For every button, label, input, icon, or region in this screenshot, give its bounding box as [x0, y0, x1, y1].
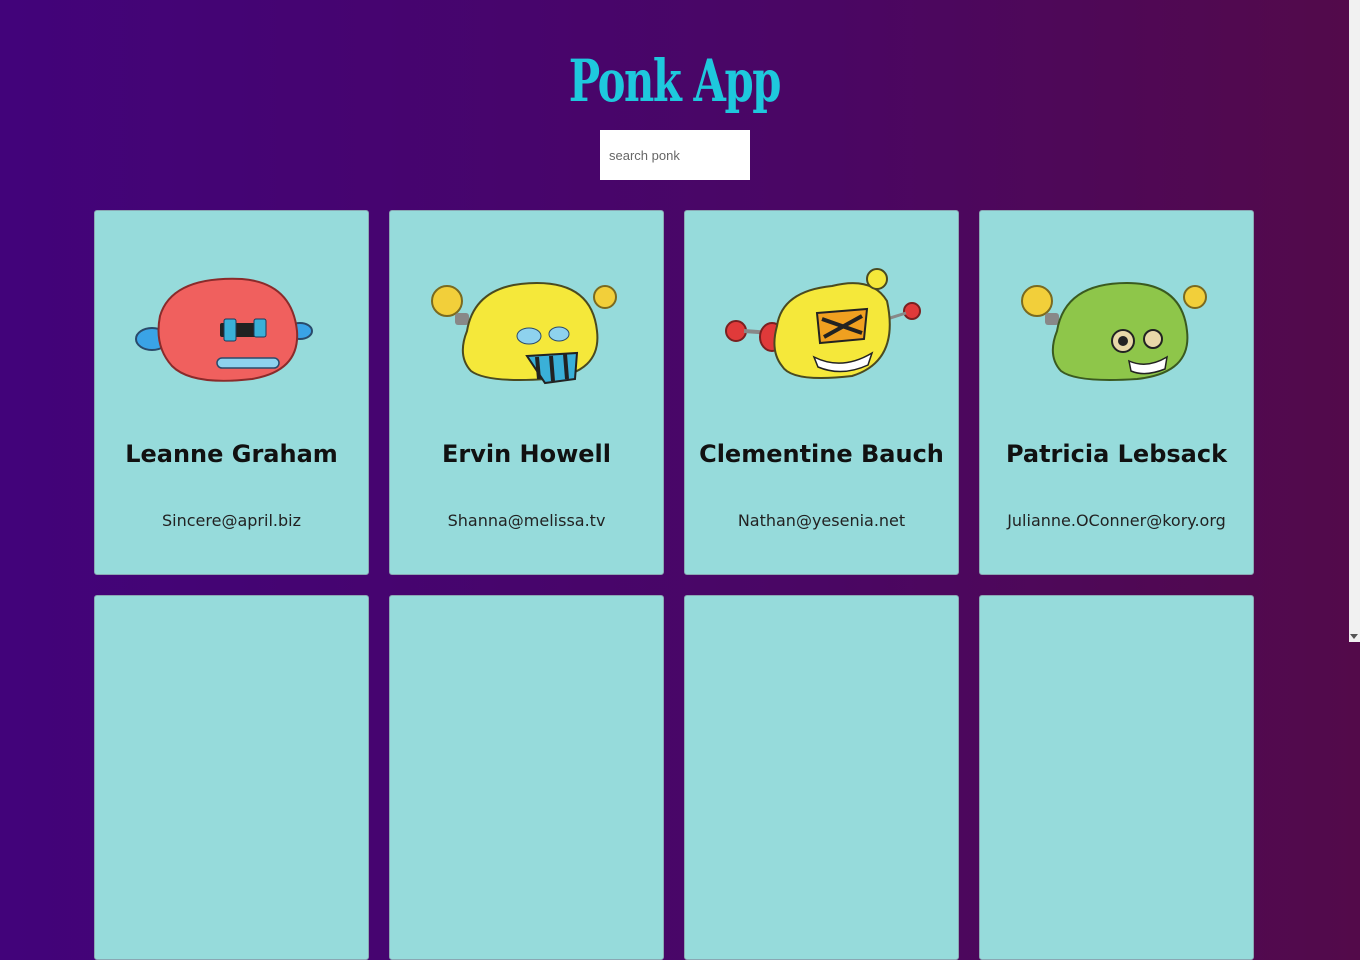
robot-card[interactable]: Patricia Lebsack Julianne.OConner@kory.o…: [979, 210, 1254, 575]
robot-card[interactable]: [979, 595, 1254, 960]
card-email: Sincere@april.biz: [162, 511, 301, 530]
robot-avatar-red: [135, 277, 313, 382]
robot-card[interactable]: [684, 595, 959, 960]
card-email: Julianne.OConner@kory.org: [1007, 511, 1226, 530]
robot-avatar-green: [1021, 281, 1207, 381]
card-email: Shanna@melissa.tv: [447, 511, 606, 530]
robot-avatar-yellow: [431, 281, 617, 385]
robot-card[interactable]: Ervin Howell Shanna@melissa.tv: [389, 210, 664, 575]
search-input[interactable]: [600, 130, 750, 180]
card-name: Ervin Howell: [441, 440, 612, 468]
robot-card[interactable]: [389, 595, 664, 960]
card-name: Leanne Graham: [125, 440, 338, 468]
card-email: Nathan@yesenia.net: [737, 511, 906, 530]
vertical-scrollbar[interactable]: [1349, 0, 1360, 642]
robot-card[interactable]: Leanne Graham Sincere@april.biz: [94, 210, 369, 575]
app-title: Ponk App: [568, 46, 782, 115]
card-name: Clementine Bauch: [699, 440, 944, 468]
robot-avatar-yellow-masked: [725, 268, 921, 379]
card-name: Patricia Lebsack: [1005, 440, 1228, 468]
scroll-down-arrow-icon[interactable]: [1350, 634, 1358, 639]
robot-card[interactable]: [94, 595, 369, 960]
robot-card[interactable]: Clementine Bauch Nathan@yesenia.net: [684, 210, 959, 575]
